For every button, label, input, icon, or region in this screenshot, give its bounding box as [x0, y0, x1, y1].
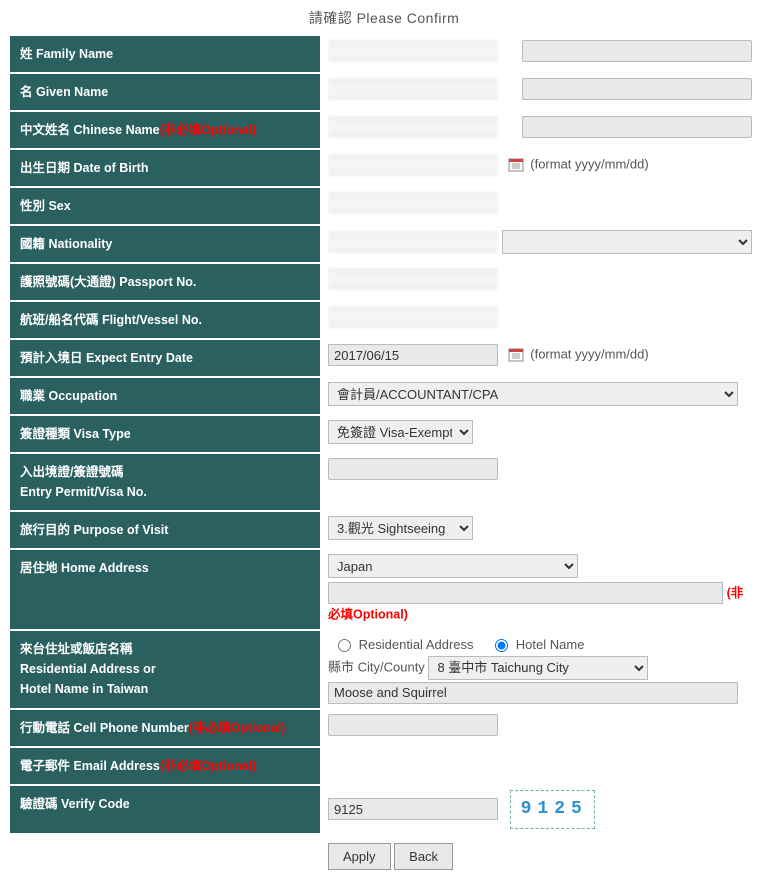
- chinese-name-input[interactable]: [522, 116, 752, 138]
- calendar-icon[interactable]: [508, 157, 524, 173]
- nationality-select[interactable]: [502, 230, 752, 254]
- cell-input[interactable]: [328, 714, 498, 736]
- optional-tag-chinese: (非必填Optional): [160, 123, 257, 137]
- page-title: 請確認 Please Confirm: [8, 4, 760, 34]
- label-chinese-name-text: 中文姓名 Chinese Name: [20, 123, 160, 137]
- label-verify: 驗證碼 Verify Code: [10, 786, 320, 833]
- optional-tag-cell: (非必填Optional): [189, 721, 286, 735]
- apply-button[interactable]: Apply: [328, 843, 391, 870]
- value-dob-blurred: [328, 154, 498, 176]
- label-occupation: 職業 Occupation: [10, 378, 320, 414]
- value-given-name-blurred: [328, 78, 498, 100]
- label-email: 電子郵件 Email Address(非必填Optional): [10, 748, 320, 784]
- label-passport: 護照號碼(大通證) Passport No.: [10, 264, 320, 300]
- label-given-name: 名 Given Name: [10, 74, 320, 110]
- verify-code-input[interactable]: [328, 798, 498, 820]
- label-permit: 入出境證/簽證號碼 Entry Permit/Visa No.: [10, 454, 320, 510]
- home-address-input[interactable]: [328, 582, 723, 604]
- label-flight: 航班/船名代碼 Flight/Vessel No.: [10, 302, 320, 338]
- value-nationality-blurred: [328, 231, 498, 253]
- purpose-select[interactable]: 3.觀光 Sightseeing: [328, 516, 473, 540]
- value-chinese-name-blurred: [328, 116, 498, 138]
- label-residential: 來台住址或飯店名稱 Residential Address or Hotel N…: [10, 631, 320, 708]
- radio-label-residential: Residential Address: [359, 637, 474, 652]
- value-flight-blurred: [328, 306, 498, 328]
- value-sex-blurred: [328, 192, 498, 214]
- dob-format-hint: (format yyyy/mm/dd): [530, 157, 648, 172]
- entry-date-format-hint: (format yyyy/mm/dd): [530, 347, 648, 362]
- occupation-select[interactable]: 會計員/ACCOUNTANT/CPA: [328, 382, 738, 406]
- label-residential-line2: Residential Address or: [20, 662, 156, 676]
- family-name-input[interactable]: [522, 40, 752, 62]
- label-dob: 出生日期 Date of Birth: [10, 150, 320, 186]
- city-county-label: 縣市 City/County: [328, 659, 425, 674]
- home-country-select[interactable]: Japan: [328, 554, 578, 578]
- back-button[interactable]: Back: [394, 843, 453, 870]
- label-residential-line3: Hotel Name in Taiwan: [20, 682, 148, 696]
- value-family-name-blurred: [328, 40, 498, 62]
- entry-date-input[interactable]: [328, 344, 498, 366]
- form-table: 姓 Family Name 名 Given Name 中文姓名 Chinese …: [8, 34, 760, 835]
- label-home-address: 居住地 Home Address: [10, 550, 320, 629]
- hotel-name-input[interactable]: [328, 682, 738, 704]
- label-sex: 性別 Sex: [10, 188, 320, 224]
- label-cell-text: 行動電話 Cell Phone Number: [20, 721, 189, 735]
- label-cell: 行動電話 Cell Phone Number(非必填Optional): [10, 710, 320, 746]
- radio-residential-address[interactable]: [338, 639, 351, 652]
- calendar-icon[interactable]: [508, 347, 524, 363]
- label-chinese-name: 中文姓名 Chinese Name(非必填Optional): [10, 112, 320, 148]
- city-county-select[interactable]: 8 臺中市 Taichung City: [428, 656, 648, 680]
- label-residential-line1: 來台住址或飯店名稱: [20, 642, 133, 656]
- label-visa-type: 簽證種類 Visa Type: [10, 416, 320, 452]
- label-permit-zh: 入出境證/簽證號碼: [20, 465, 123, 479]
- label-purpose: 旅行目的 Purpose of Visit: [10, 512, 320, 548]
- captcha-image: 9125: [510, 790, 595, 829]
- optional-tag-email: (非必填Optional): [160, 759, 257, 773]
- label-permit-en: Entry Permit/Visa No.: [20, 485, 147, 499]
- label-entry-date: 預計入境日 Expect Entry Date: [10, 340, 320, 376]
- label-nationality: 國籍 Nationality: [10, 226, 320, 262]
- label-family-name: 姓 Family Name: [10, 36, 320, 72]
- radio-label-hotel: Hotel Name: [516, 637, 585, 652]
- label-email-text: 電子郵件 Email Address: [20, 759, 160, 773]
- radio-hotel-name[interactable]: [495, 639, 508, 652]
- given-name-input[interactable]: [522, 78, 752, 100]
- visa-type-select[interactable]: 免簽證 Visa-Exempt: [328, 420, 473, 444]
- value-passport-blurred: [328, 268, 498, 290]
- permit-input[interactable]: [328, 458, 498, 480]
